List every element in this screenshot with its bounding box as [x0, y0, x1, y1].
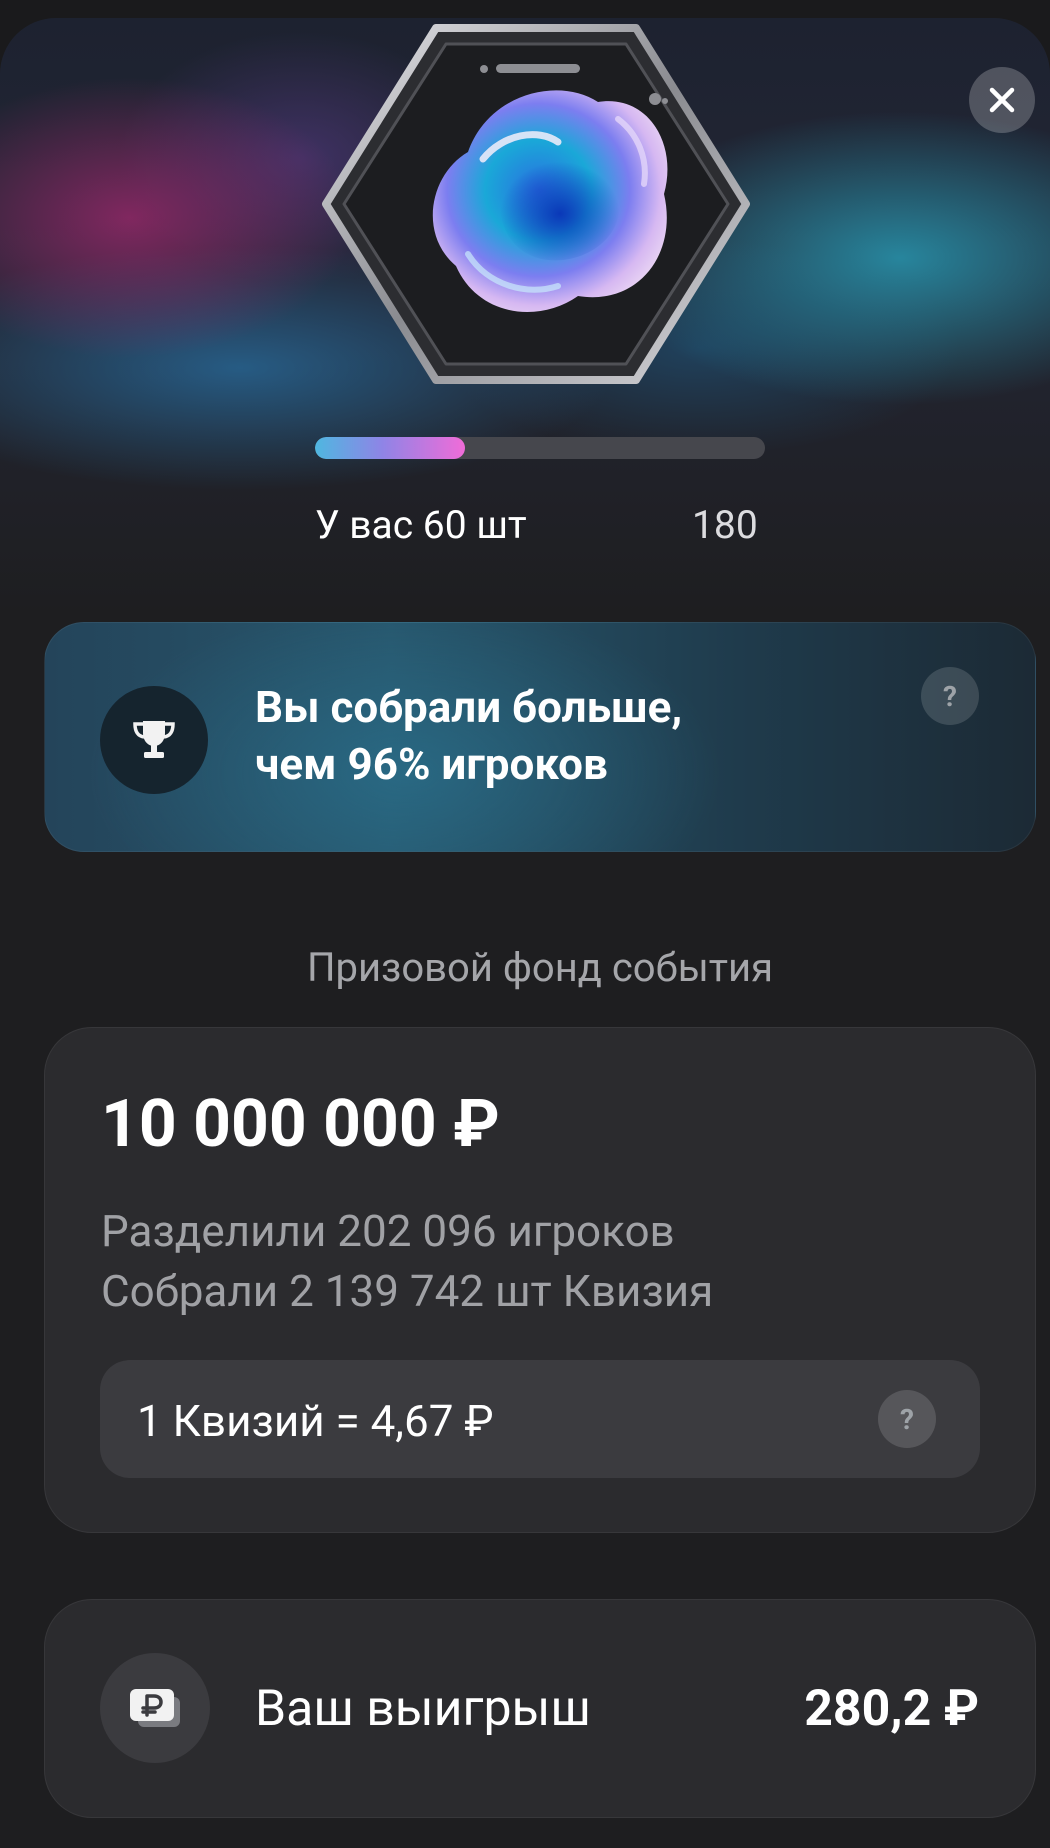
winnings-card: Ваш выигрыш 280,2 ₽: [44, 1599, 1036, 1818]
question-icon: ?: [900, 1402, 914, 1436]
close-button[interactable]: [969, 67, 1035, 133]
rank-help-button[interactable]: ?: [921, 667, 979, 725]
crystal-blob-icon: [322, 24, 750, 384]
rank-message: Вы собрали больше, чем 96% игроков: [255, 679, 895, 793]
collection-progress-bar: [315, 437, 765, 459]
rank-line-1: Вы собрали больше,: [255, 681, 683, 733]
total-collected-line: Собрали 2 139 742 шт Квизия: [101, 1265, 714, 1317]
players-shared-line: Разделили 202 096 игроков: [101, 1205, 675, 1257]
trophy-badge: [100, 686, 208, 794]
ruble-wallet-icon: [130, 1689, 180, 1727]
bottom-sheet: У вас 60 шт 180 Вы собрали больше, чем 9…: [0, 18, 1050, 1848]
winnings-label: Ваш выигрыш: [255, 1680, 591, 1738]
collected-count: У вас 60 шт: [315, 502, 527, 548]
winnings-amount: 280,2 ₽: [804, 1680, 979, 1738]
prize-fund-card: 10 000 000 ₽ Разделили 202 096 игроков С…: [44, 1027, 1036, 1533]
question-icon: ?: [943, 679, 957, 713]
progress-goal: 180: [692, 502, 758, 548]
rank-line-2: чем 96% игроков: [255, 738, 608, 790]
winnings-badge: [100, 1653, 210, 1763]
trophy-icon: [133, 721, 175, 758]
exchange-rate-box: 1 Квизий = 4,67 ₽ ?: [100, 1360, 980, 1478]
close-icon: [989, 87, 1015, 113]
rank-card: Вы собрали больше, чем 96% игроков ?: [44, 622, 1036, 852]
prize-fund-amount: 10 000 000 ₽: [101, 1086, 500, 1163]
exchange-rate: 1 Квизий = 4,67 ₽: [137, 1395, 494, 1447]
progress-fill: [315, 437, 465, 459]
quiz-crystal-badge: [318, 24, 754, 384]
prize-fund-title: Призовой фонд события: [306, 944, 774, 991]
rate-help-button[interactable]: ?: [878, 1390, 936, 1448]
